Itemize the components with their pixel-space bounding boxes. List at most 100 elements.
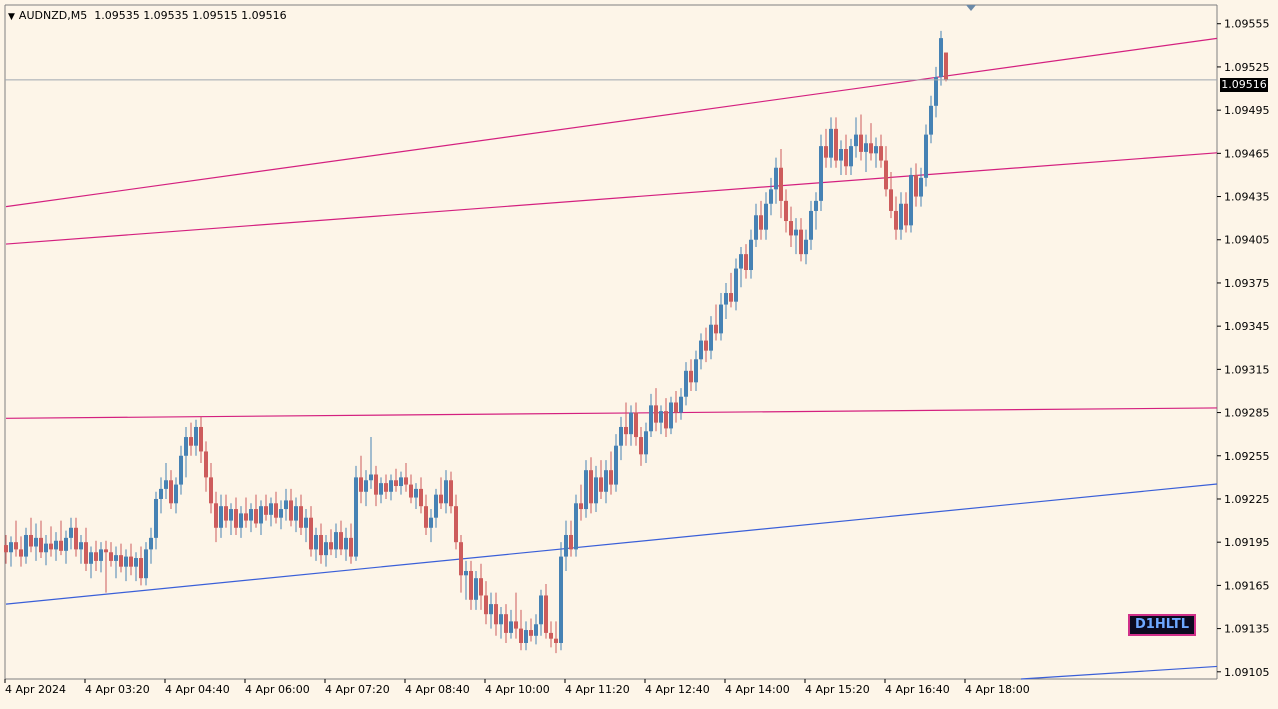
candle-body-bull <box>864 143 868 152</box>
candle-body-bull <box>9 542 13 553</box>
candle-body-bull <box>534 624 538 636</box>
candle-body-bull <box>619 426 623 446</box>
candle-body-bear <box>274 503 278 518</box>
candle-body-bear <box>834 128 838 161</box>
candle-body-bull <box>584 470 588 510</box>
candle-body-bear <box>514 621 518 629</box>
chart-window[interactable]: 1.09555 1.09525 1.09495 1.09465 1.09435 1.094… <box>0 0 1278 705</box>
candle-body-bull <box>269 503 273 515</box>
candle-body-bull <box>794 229 798 236</box>
candle-body-bear <box>469 570 473 600</box>
candle-body-bull <box>929 105 933 135</box>
candle-body-bear <box>404 477 408 485</box>
candle-body-bear <box>549 632 553 639</box>
candle-body-bull <box>679 396 683 413</box>
candle-body-bear <box>689 370 693 383</box>
candle-body-bull <box>594 477 598 504</box>
candle-body-bull <box>369 474 373 481</box>
time-tick-label: 4 Apr 2024 <box>5 683 66 696</box>
candle-body-bull <box>249 509 253 521</box>
candle-body-bear <box>789 221 793 236</box>
candle-body-bear <box>349 537 353 557</box>
candle-body-bear <box>654 405 658 423</box>
candle-body-bull <box>709 324 713 351</box>
candle-body-bull <box>774 167 778 190</box>
candle-body-bear <box>74 527 78 550</box>
collapse-triangle-icon[interactable]: ▼ <box>8 12 15 22</box>
candle-body-bull <box>659 411 663 423</box>
candle-body-bear <box>409 484 413 498</box>
candle-body-bull <box>939 38 943 78</box>
candle-body-bull <box>354 477 358 557</box>
indicator-badge[interactable]: D1HLTL <box>1128 614 1196 636</box>
candle-body-bull <box>259 506 263 524</box>
time-tick-label: 4 Apr 12:40 <box>645 683 710 696</box>
candle-body-bear <box>884 160 888 190</box>
candle-body-bull <box>684 370 688 397</box>
price-tick-label: 1.09525 <box>1224 61 1270 74</box>
candle-body-bear <box>704 340 708 351</box>
price-tick-label: 1.09135 <box>1224 623 1270 636</box>
candle-body-bull <box>524 630 528 643</box>
candle-body-bear <box>914 174 918 197</box>
candle-body-bear <box>599 477 603 492</box>
candle-body-bull <box>344 537 348 550</box>
candle-body-bull <box>34 537 38 547</box>
candle-body-bull <box>734 268 738 302</box>
candle-body-bear <box>319 534 323 556</box>
candle-body-bull <box>159 488 163 499</box>
candle-body-bear <box>309 517 313 550</box>
candle-body-bull <box>769 189 773 204</box>
candle-body-bull <box>629 412 633 435</box>
candle-body-bull <box>64 537 68 551</box>
candle-body-bear <box>14 542 18 550</box>
candle-body-bear <box>244 513 248 521</box>
candle-body-bear <box>199 426 203 452</box>
candle-body-bull <box>764 203 768 230</box>
candle-body-bear <box>844 149 848 167</box>
candle-body-bear <box>424 506 428 528</box>
candle-body-bull <box>809 210 813 240</box>
candle-body-bull <box>229 509 233 521</box>
candle-body-bear <box>339 532 343 550</box>
time-tick-label: 4 Apr 10:00 <box>485 683 550 696</box>
candle-body-bear <box>204 451 208 478</box>
time-tick-label: 4 Apr 18:00 <box>965 683 1030 696</box>
candle-body-bull <box>699 340 703 360</box>
current-price-tag: 1.09516 <box>1220 78 1268 92</box>
price-tick-label: 1.09435 <box>1224 191 1270 204</box>
candle-body-bear <box>609 470 613 485</box>
candle-body-bear <box>264 506 268 515</box>
candle-body-bear <box>214 503 218 528</box>
candle-body-bull <box>899 203 903 230</box>
candle-body-bull <box>749 239 753 270</box>
candle-body-bull <box>934 77 938 106</box>
time-tick-label: 4 Apr 11:20 <box>565 683 630 696</box>
candle-body-bull <box>839 149 843 161</box>
candle-body-bull <box>239 513 243 528</box>
candle-body-bull <box>144 549 148 579</box>
candle-body-bear <box>109 552 113 561</box>
price-tick-label: 1.09315 <box>1224 363 1270 376</box>
time-tick-label: 4 Apr 04:40 <box>165 683 230 696</box>
candle-body-bull <box>294 506 298 521</box>
candle-body-bear <box>299 506 303 528</box>
symbol-label: AUDNZD,M5 <box>18 9 88 22</box>
candle-body-bull <box>69 527 73 538</box>
price-tick-label: 1.09465 <box>1224 147 1270 160</box>
time-tick-label: 4 Apr 08:40 <box>405 683 470 696</box>
candle-body-bear <box>494 604 498 625</box>
candle-body-bull <box>414 488 418 498</box>
candle-body-bear <box>544 595 548 633</box>
candle-body-bear <box>479 578 483 596</box>
candle-body-bull <box>304 517 308 528</box>
candle-body-bull <box>509 621 513 633</box>
candle-body-bull <box>564 534 568 557</box>
candle-body-bull <box>54 540 58 550</box>
candle-body-bear <box>29 534 33 547</box>
candle-body-bear <box>359 477 363 492</box>
candle-body-bull <box>644 431 648 455</box>
candle-body-bear <box>234 509 238 528</box>
price-chart[interactable]: 1.09555 1.09525 1.09495 1.09465 1.09435 1.094… <box>0 0 1278 705</box>
candle-body-bull <box>184 437 188 456</box>
